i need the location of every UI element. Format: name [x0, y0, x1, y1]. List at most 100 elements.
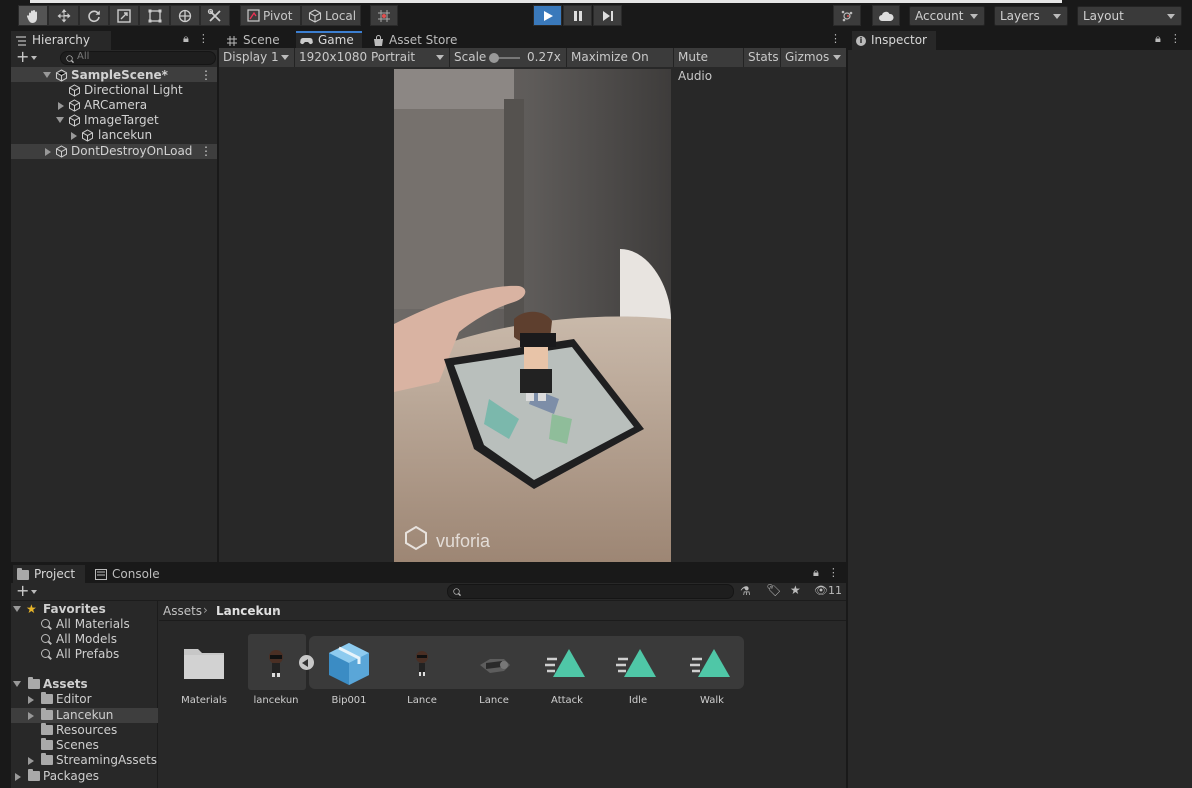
kebab-menu-icon[interactable]: ⋮ — [200, 68, 212, 83]
chevron-down-icon[interactable] — [31, 56, 37, 60]
tab-console[interactable]: Console — [91, 565, 161, 584]
star-icon[interactable]: ★ — [790, 583, 801, 597]
search-icon — [41, 649, 50, 658]
expand-arrow-icon[interactable] — [15, 773, 21, 781]
folder-icon — [17, 567, 29, 580]
expand-arrow-icon[interactable] — [28, 696, 34, 704]
list-icon — [16, 35, 26, 46]
asset-item[interactable]: Lance — [386, 633, 458, 713]
favorite-label: All Models — [56, 632, 117, 646]
add-icon[interactable]: + — [16, 581, 29, 600]
lock-icon[interactable]: 🔒︎ — [183, 32, 189, 46]
collapse-prefab-button[interactable] — [299, 655, 314, 670]
add-icon[interactable]: + — [16, 47, 29, 66]
asset-item[interactable]: Idle — [602, 633, 674, 713]
hierarchy-item-dontdestroyonload[interactable]: DontDestroyOnLoad ⋮ — [43, 144, 217, 159]
play-button[interactable] — [533, 5, 562, 26]
hierarchy-item-samplescene[interactable]: SampleScene* ⋮ — [43, 68, 217, 83]
move-tool-button[interactable] — [48, 5, 79, 26]
layers-dropdown[interactable]: Layers — [994, 6, 1068, 26]
pivot-icon — [247, 9, 260, 22]
asset-item[interactable]: Bip001 — [313, 633, 385, 713]
asset-label: Walk — [700, 695, 724, 706]
tab-inspector[interactable]: i Inspector — [852, 31, 936, 50]
layout-dropdown[interactable]: Layout — [1077, 6, 1182, 26]
character-mesh-icon — [416, 651, 428, 676]
pause-button[interactable] — [563, 5, 592, 26]
slider-handle[interactable] — [489, 53, 499, 63]
transform-gizmo-icon — [178, 9, 192, 22]
breadcrumb-separator-icon: › — [203, 603, 208, 617]
grid-snap-icon — [378, 9, 390, 22]
pivot-toggle[interactable]: Pivot — [240, 5, 301, 26]
project-search-input[interactable] — [447, 584, 734, 599]
lock-icon[interactable]: 🔒︎ — [813, 566, 819, 580]
scale-slider[interactable]: Scale 0.27x — [450, 48, 567, 67]
grid-snap-button[interactable] — [370, 5, 398, 26]
folder-label: Editor — [56, 692, 92, 706]
kebab-menu-icon[interactable]: ⋮ — [828, 566, 839, 580]
collab-button[interactable] — [833, 5, 861, 26]
account-dropdown[interactable]: Account — [909, 6, 985, 26]
scale-tool-button[interactable] — [109, 5, 139, 26]
display-dropdown[interactable]: Display 1 — [219, 48, 295, 67]
search-placeholder: All — [77, 51, 90, 62]
expand-arrow-icon[interactable] — [28, 757, 34, 765]
local-toggle[interactable]: Local — [301, 5, 361, 26]
move-arrows-icon — [57, 8, 70, 22]
hierarchy-search-input[interactable]: All — [60, 51, 216, 65]
expand-arrow-icon[interactable] — [28, 712, 34, 720]
expand-arrow-icon[interactable] — [58, 102, 64, 110]
transform-tool-button[interactable] — [170, 5, 200, 26]
search-icon — [41, 634, 50, 643]
asset-item[interactable]: Attack — [531, 633, 603, 713]
expand-arrow-icon[interactable] — [43, 72, 51, 78]
asset-label: lancekun — [253, 695, 299, 706]
project-toolbar: + ⚗︎ 🏷︎ ★ 👁︎11 — [11, 581, 846, 601]
expand-arrow-icon[interactable] — [56, 117, 64, 123]
window-top-edge — [30, 0, 1062, 3]
asset-item[interactable]: Walk — [676, 633, 748, 713]
hierarchy-item-label: ARCamera — [84, 98, 148, 112]
game-view-camera-feed: vuforia — [394, 69, 671, 562]
cloud-button[interactable] — [872, 5, 900, 26]
hidden-count: 11 — [827, 584, 842, 597]
label-tag-icon[interactable]: 🏷︎ — [766, 583, 781, 597]
expand-arrow-icon[interactable] — [71, 132, 77, 140]
scale-label: Scale — [454, 50, 487, 64]
cloud-icon — [879, 11, 894, 21]
chevron-down-icon — [1167, 14, 1175, 19]
step-button[interactable] — [593, 5, 622, 26]
hidden-packages-toggle[interactable]: 👁︎11 — [814, 584, 842, 597]
chevron-down-icon[interactable] — [31, 590, 37, 594]
kebab-menu-icon[interactable]: ⋮ — [198, 32, 209, 46]
rotate-tool-button[interactable] — [79, 5, 109, 26]
resolution-dropdown[interactable]: 1920x1080 Portrait — [295, 48, 450, 67]
folder-icon — [28, 769, 40, 781]
expand-arrow-icon[interactable] — [45, 148, 51, 156]
stats-toggle[interactable]: Stats — [744, 48, 781, 67]
mute-audio-toggle[interactable]: Mute Audio — [674, 48, 744, 83]
asset-item[interactable]: Lance — [458, 633, 530, 713]
rect-tool-button[interactable] — [139, 5, 170, 26]
search-by-type-icon[interactable]: ⚗︎ — [740, 584, 751, 598]
maximize-on-play-toggle[interactable]: Maximize On Play — [567, 48, 674, 83]
resolution-label: 1920x1080 Portrait — [299, 50, 416, 64]
expand-arrow-icon[interactable] — [13, 606, 21, 612]
asset-item[interactable]: Materials — [168, 633, 240, 713]
asset-item[interactable]: lancekun — [240, 633, 312, 713]
chevron-left-icon — [302, 659, 308, 667]
gameobject-cube-icon — [69, 114, 80, 127]
gizmos-dropdown[interactable]: Gizmos — [781, 48, 846, 67]
kebab-menu-icon[interactable]: ⋮ — [200, 144, 212, 159]
breadcrumb-item[interactable]: Assets — [163, 604, 202, 618]
hand-tool-button[interactable] — [18, 5, 48, 26]
asset-label: Lance — [407, 695, 437, 706]
breadcrumb-item[interactable]: Lancekun — [216, 604, 281, 618]
custom-tool-button[interactable] — [200, 5, 230, 26]
lock-icon[interactable]: 🔒︎ — [1155, 32, 1161, 46]
kebab-menu-icon[interactable]: ⋮ — [830, 32, 841, 45]
expand-arrow-icon[interactable] — [13, 681, 21, 687]
kebab-menu-icon[interactable]: ⋮ — [1170, 32, 1181, 46]
folder-open-icon — [28, 677, 40, 689]
